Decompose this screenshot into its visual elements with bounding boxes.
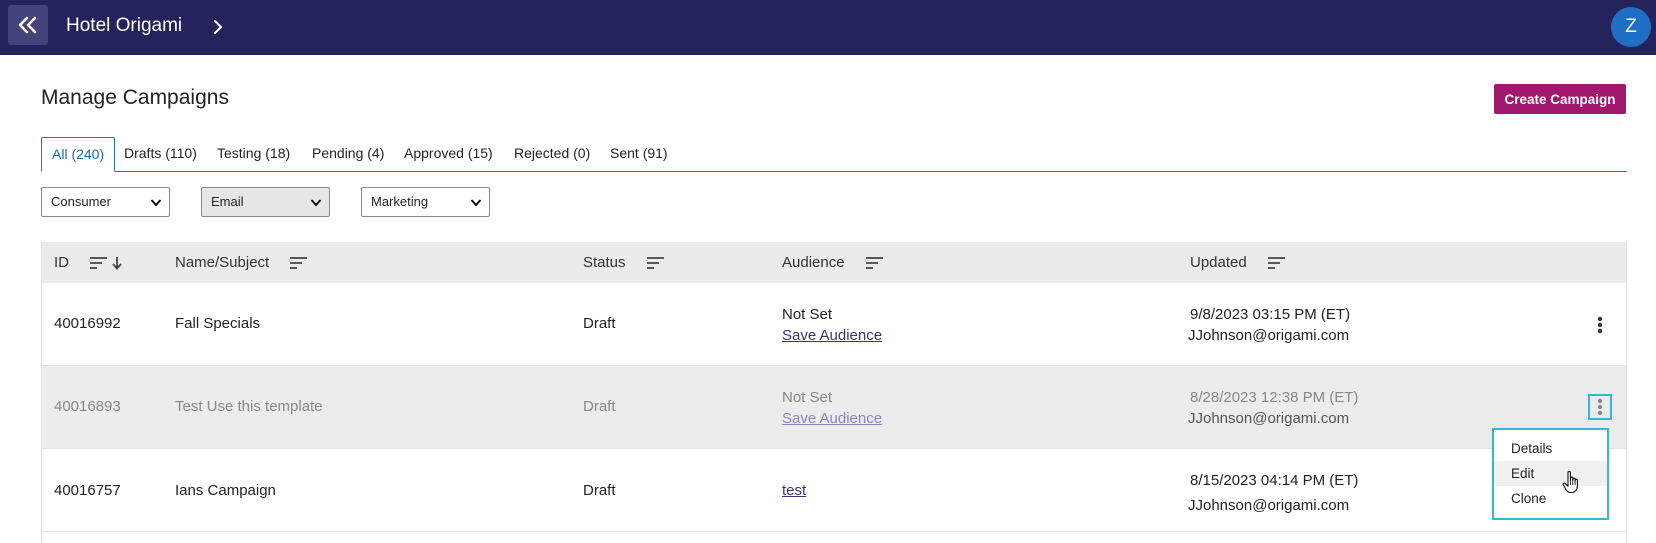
cell-status: Draft: [583, 398, 616, 415]
updated-date: 9/8/2023 03:15 PM (ET): [1190, 306, 1351, 323]
col-status: Status: [583, 254, 664, 271]
col-name-label: Name/Subject: [175, 254, 270, 271]
audience-status: Not Set: [782, 389, 833, 406]
breadcrumb-chevron-right-icon[interactable]: [212, 17, 224, 42]
cell-updated: 9/8/2023 03:15 PM (ET) JJohnson@origami.…: [1188, 304, 1350, 346]
col-id: ID: [54, 254, 123, 271]
create-campaign-button[interactable]: Create Campaign: [1494, 84, 1626, 114]
menu-item-details[interactable]: Details: [1494, 436, 1607, 461]
row-actions-button[interactable]: [1588, 312, 1612, 338]
tab-rejected[interactable]: Rejected (0): [514, 137, 590, 172]
type-select-value: Marketing: [371, 194, 429, 209]
cell-status: Draft: [583, 482, 616, 499]
tab-approved[interactable]: Approved (15): [404, 137, 493, 172]
cell-audience: Not Set Save Audience: [782, 304, 882, 346]
save-audience-link[interactable]: Save Audience: [782, 408, 882, 429]
top-bar: Hotel Origami Z: [0, 0, 1656, 55]
cell-id: 40016893: [54, 398, 121, 415]
type-select[interactable]: Marketing: [361, 187, 490, 217]
tab-testing[interactable]: Testing (18): [217, 137, 290, 172]
tab-all[interactable]: All (240): [41, 137, 116, 172]
chevron-down-icon: [310, 199, 322, 207]
sort-icon[interactable]: [1267, 256, 1285, 270]
col-audience: Audience: [782, 254, 883, 271]
tab-pending[interactable]: Pending (4): [312, 137, 384, 172]
cell-audience: Not Set Save Audience: [782, 387, 882, 429]
cell-updated: 8/28/2023 12:38 PM (ET) JJohnson@origami…: [1188, 387, 1358, 429]
channel-select[interactable]: Email: [201, 187, 330, 217]
table-header: ID Name/Subject Status Audience Updated: [42, 242, 1626, 283]
sort-icon[interactable]: [865, 256, 883, 270]
cell-name: Ians Campaign: [175, 482, 276, 499]
audience-link[interactable]: test: [782, 482, 806, 499]
table-row[interactable]: 40016992 Fall Specials Draft Not Set Sav…: [42, 283, 1626, 366]
col-name: Name/Subject: [175, 254, 308, 271]
segment-select-value: Consumer: [51, 194, 111, 209]
table-row[interactable]: 40016893 Test Use this template Draft No…: [42, 366, 1626, 449]
cell-id: 40016757: [54, 482, 121, 499]
cell-id: 40016992: [54, 315, 121, 332]
row-actions-button[interactable]: [1588, 394, 1612, 420]
page-title: Manage Campaigns: [41, 86, 229, 109]
updated-by: JJohnson@origami.com: [1188, 497, 1350, 514]
campaigns-table: ID Name/Subject Status Audience Updated: [41, 242, 1627, 543]
col-status-label: Status: [583, 254, 626, 271]
col-updated: Updated: [1190, 254, 1285, 271]
updated-date: 8/15/2023 04:14 PM (ET): [1190, 472, 1359, 489]
cell-name: Test Use this template: [175, 398, 323, 415]
channel-select-value: Email: [211, 194, 244, 209]
cell-updated: 8/15/2023 04:14 PM (ET) JJohnson@origami…: [1188, 470, 1358, 516]
chevron-down-icon: [470, 199, 482, 207]
save-audience-link[interactable]: Save Audience: [782, 325, 882, 346]
sort-icon[interactable]: [646, 256, 664, 270]
cell-status: Draft: [583, 315, 616, 332]
more-vertical-icon: [1597, 316, 1603, 334]
col-audience-label: Audience: [782, 254, 845, 271]
updated-by: JJohnson@origami.com: [1188, 410, 1350, 427]
more-vertical-icon: [1597, 398, 1603, 416]
cell-name: Fall Specials: [175, 315, 261, 332]
tab-drafts[interactable]: Drafts (110): [124, 137, 197, 172]
hand-pointer-icon: [1562, 470, 1578, 494]
segment-select[interactable]: Consumer: [41, 187, 170, 217]
tab-sent[interactable]: Sent (91): [610, 137, 668, 172]
chevron-down-icon: [150, 199, 162, 207]
collapse-back-button[interactable]: [8, 5, 48, 45]
cell-audience: test: [782, 482, 806, 499]
audience-status: Not Set: [782, 306, 833, 323]
sort-icon[interactable]: [289, 256, 308, 270]
updated-date: 8/28/2023 12:38 PM (ET): [1190, 389, 1359, 406]
updated-by: JJohnson@origami.com: [1188, 327, 1350, 344]
col-updated-label: Updated: [1190, 254, 1247, 271]
menu-item-clone[interactable]: Clone: [1494, 486, 1607, 511]
status-tabs: All (240) Drafts (110) Testing (18) Pend…: [41, 137, 1627, 172]
row-actions-menu: Details Edit Clone: [1492, 428, 1609, 520]
menu-item-edit[interactable]: Edit: [1494, 461, 1607, 486]
table-row[interactable]: 40016757 Ians Campaign Draft test 8/15/2…: [42, 449, 1626, 532]
col-id-label: ID: [54, 254, 69, 271]
sort-desc-icon[interactable]: [89, 256, 123, 270]
double-chevron-left-icon: [18, 16, 37, 34]
app-title: Hotel Origami: [66, 15, 183, 36]
user-avatar[interactable]: Z: [1611, 7, 1651, 47]
